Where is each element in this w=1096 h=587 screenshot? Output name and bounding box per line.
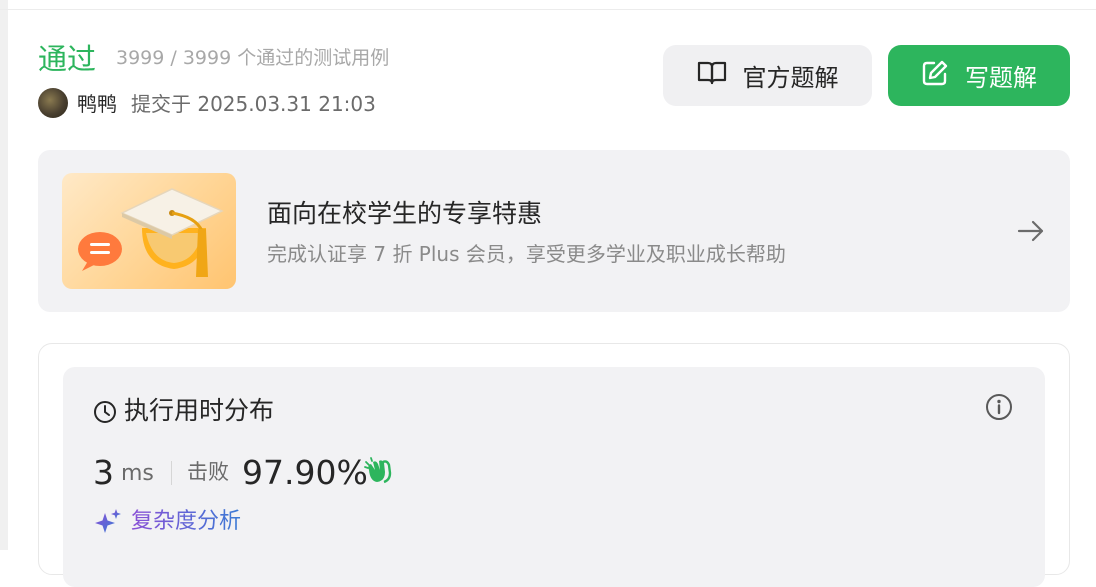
username[interactable]: 鸭鸭 (77, 90, 117, 118)
avatar[interactable] (38, 88, 68, 118)
edit-icon (921, 59, 949, 93)
graduation-cap-icon (62, 173, 236, 289)
beat-percentage: 97.90% (242, 453, 368, 492)
promo-subtitle: 完成认证享 7 折 Plus 会员，享受更多学业及职业成长帮助 (267, 242, 786, 266)
submitted-time: 提交于 2025.03.31 21:03 (131, 92, 376, 116)
clapping-hands-icon (363, 456, 393, 490)
divider (171, 461, 172, 485)
testcases-passed: 3999 / 3999 个通过的测试用例 (116, 47, 390, 69)
runtime-value: 3 (93, 453, 114, 492)
runtime-card: 执行用时分布 3 ms 击败 97.90% 复杂度分析 (63, 367, 1045, 587)
arrow-right-icon[interactable] (1016, 216, 1046, 250)
submission-status: 通过 (38, 42, 97, 76)
official-solution-label: 官方题解 (742, 64, 839, 92)
student-promo-banner[interactable]: 面向在校学生的专享特惠 完成认证享 7 折 Plus 会员，享受更多学业及职业成… (38, 150, 1070, 312)
book-open-icon (697, 60, 727, 92)
promo-title: 面向在校学生的专享特惠 (267, 199, 543, 228)
sparkle-icon (93, 507, 123, 541)
beat-label: 击败 (187, 460, 229, 484)
clock-icon (93, 400, 117, 428)
runtime-distribution-title: 执行用时分布 (124, 396, 275, 425)
official-solution-button[interactable]: 官方题解 (663, 45, 872, 106)
runtime-panel: 执行用时分布 3 ms 击败 97.90% 复杂度分析 (38, 343, 1070, 587)
write-solution-label: 写题解 (965, 64, 1037, 92)
left-gutter (0, 0, 8, 550)
write-solution-button[interactable]: 写题解 (888, 45, 1070, 106)
top-divider (0, 0, 1096, 10)
info-icon[interactable] (985, 393, 1013, 425)
complexity-analysis-link[interactable]: 复杂度分析 (131, 507, 241, 537)
runtime-unit: ms (121, 461, 154, 486)
